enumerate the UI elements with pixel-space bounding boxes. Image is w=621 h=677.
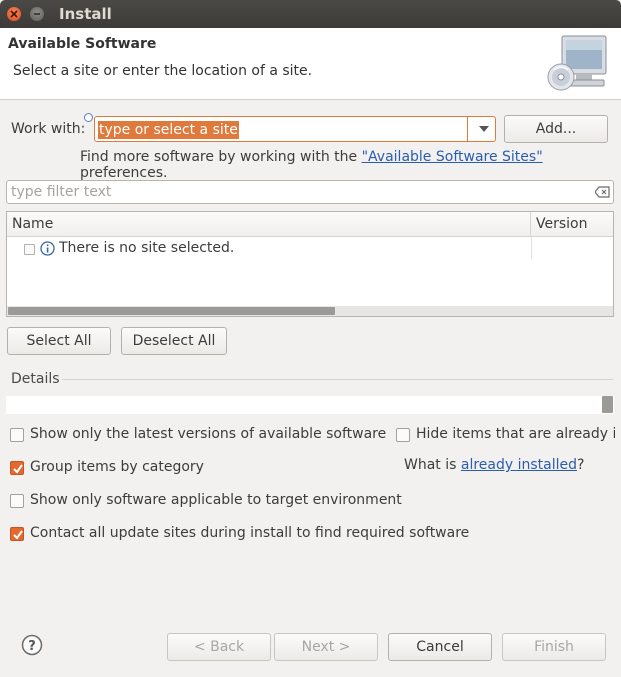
details-scrollbar[interactable] [602,396,613,413]
group-category-checkbox[interactable] [10,461,24,475]
details-separator [62,379,613,380]
work-with-combo[interactable]: type or select a site [94,116,496,142]
column-header-version[interactable]: Version [531,212,613,237]
column-divider [531,237,532,259]
work-with-input[interactable]: type or select a site [98,121,239,139]
details-text-area[interactable] [6,396,614,414]
column-header-name[interactable]: Name [7,212,531,237]
add-site-button[interactable]: Add... [504,115,608,143]
minimize-window-button[interactable] [30,7,44,21]
table-row[interactable]: There is no site selected. [59,240,234,256]
page-title: Available Software [8,36,157,52]
horizontal-scrollbar[interactable] [7,306,613,316]
svg-text:?: ? [28,639,36,654]
next-button[interactable]: Next > [274,633,378,661]
finish-button[interactable]: Finish [502,633,606,661]
row-checkbox[interactable] [24,244,35,255]
checkmark-icon [13,530,23,540]
find-more-text: Find more software by working with the "… [80,149,621,181]
work-with-label: Work with: [11,121,86,137]
target-env-label: Show only software applicable to target … [30,492,402,508]
hide-installed-checkbox[interactable] [396,428,410,442]
minimize-icon [34,13,40,15]
find-more-suffix: preferences. [80,165,168,181]
latest-versions-checkbox[interactable] [10,428,24,442]
page-description: Select a site or enter the location of a… [13,63,313,79]
latest-versions-label: Show only the latest versions of availab… [30,426,387,442]
what-is-suffix: ? [577,457,585,473]
column-header-label: Version [536,216,588,232]
clear-filter-icon[interactable] [595,186,610,198]
what-is-installed-text: What is already installed? [404,457,584,473]
select-all-button[interactable]: Select All [7,327,111,355]
checkmark-icon [13,464,23,474]
info-icon [40,241,55,256]
target-env-checkbox[interactable] [10,494,24,508]
what-is-prefix: What is [404,457,461,473]
info-decoration-icon [84,113,93,122]
window-title: Install [59,5,112,23]
dialog-header: Available Software Select a site or ente… [0,28,621,100]
help-icon[interactable]: ? [21,634,43,656]
hide-installed-label: Hide items that are already ins [416,426,615,442]
filter-input[interactable]: type filter text [11,184,111,200]
available-software-sites-link[interactable]: "Available Software Sites" [362,149,543,165]
combo-divider [467,117,468,141]
contact-sites-checkbox[interactable] [10,527,24,541]
close-icon [10,10,18,18]
deselect-all-button[interactable]: Deselect All [121,327,227,355]
scrollbar-thumb[interactable] [8,307,335,315]
details-label: Details [11,371,60,387]
contact-sites-label: Contact all update sites during install … [30,525,470,541]
find-more-prefix: Find more software by working with the [80,149,362,165]
back-button[interactable]: < Back [167,633,271,661]
software-table[interactable]: Name Version There is no site selected. [6,211,614,317]
filter-field[interactable]: type filter text [6,180,614,204]
computer-cd-icon [547,35,607,91]
already-installed-link[interactable]: already installed [461,457,577,473]
title-bar: Install [0,0,621,28]
cancel-button[interactable]: Cancel [388,633,492,661]
column-header-label: Name [12,216,54,232]
chevron-down-icon[interactable] [479,126,489,132]
close-window-button[interactable] [7,7,21,21]
group-category-label: Group items by category [30,459,204,475]
